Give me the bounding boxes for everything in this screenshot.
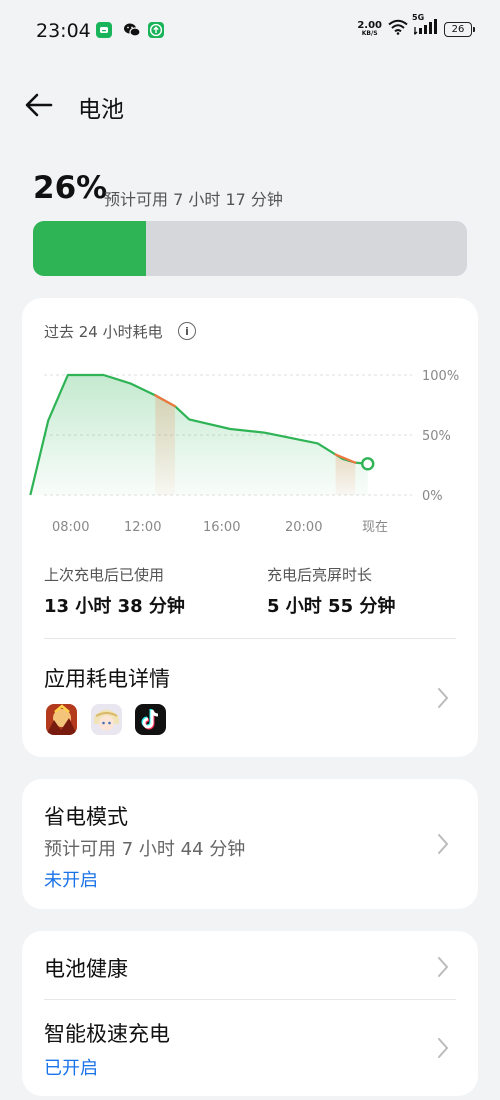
y-tick-label: 50% <box>422 429 451 444</box>
chart-area <box>30 375 368 495</box>
chevron-right-icon <box>436 1036 450 1060</box>
current-level-point <box>361 457 375 471</box>
cellular-signal-icon: 5G <box>412 13 438 39</box>
x-tick-label: 16:00 <box>203 520 240 535</box>
x-tick-label: 08:00 <box>52 520 89 535</box>
battery-level-fill <box>33 221 146 276</box>
smart-fast-charging-status: 已开启 <box>44 1058 98 1079</box>
y-tick-label: 100% <box>422 369 459 384</box>
chat-bubble-icon <box>96 22 112 38</box>
x-tick-label: 12:00 <box>124 520 161 535</box>
chevron-right-icon <box>436 832 450 856</box>
usage-card: 过去 24 小时耗电 i 100% 50% 0% 08:00 12:00 16:00 20:… <box>22 298 478 757</box>
power-saver-card[interactable]: 省电模式 预计可用 7 小时 44 分钟 未开启 <box>22 779 478 909</box>
stat-label-used-since-charge: 上次充电后已使用 <box>44 566 165 584</box>
status-bar: 23:04 2.00 KB/S 5G 26 <box>0 0 500 60</box>
battery-health-card: 电池健康 智能极速充电 已开启 <box>22 931 478 1096</box>
upload-icon <box>148 22 164 38</box>
stat-value-used-since-charge: 13 小时 38 分钟 <box>44 596 185 617</box>
stat-label-screen-on-time: 充电后亮屏时长 <box>267 566 373 584</box>
power-saver-estimate: 预计可用 7 小时 44 分钟 <box>44 839 246 860</box>
app-usage-details-title: 应用耗电详情 <box>44 667 170 691</box>
battery-estimate: 预计可用 7 小时 17 分钟 <box>104 190 283 209</box>
chevron-right-icon <box>436 955 450 979</box>
x-tick-label: 现在 <box>362 520 388 535</box>
chevron-right-icon <box>436 686 450 710</box>
app-usage-details-row[interactable]: 应用耗电详情 <box>22 639 478 757</box>
arrow-left-icon[interactable] <box>24 92 54 118</box>
network-type-label: 5G <box>412 13 425 22</box>
battery-health-row[interactable]: 电池健康 <box>22 931 478 999</box>
smart-fast-charging-title: 智能极速充电 <box>44 1022 170 1046</box>
wechat-icon <box>123 22 141 38</box>
clock: 23:04 <box>36 20 91 42</box>
smart-fast-charging-row[interactable]: 智能极速充电 已开启 <box>22 1000 478 1096</box>
genshin-impact-app-icon <box>91 704 122 735</box>
battery-status-icon: 26 <box>444 21 475 37</box>
x-tick-label: 20:00 <box>285 520 322 535</box>
honor-of-kings-app-icon <box>46 704 77 735</box>
battery-health-title: 电池健康 <box>44 957 128 981</box>
app-header: 电池 <box>0 84 500 128</box>
stat-value-screen-on-time: 5 小时 55 分钟 <box>267 596 396 617</box>
power-saver-title: 省电模式 <box>44 805 128 829</box>
tiktok-app-icon <box>135 704 166 735</box>
battery-percent: 26% <box>33 170 108 206</box>
wifi-icon <box>388 19 408 39</box>
page-title: 电池 <box>78 97 124 123</box>
battery-usage-chart: 100% 50% 0% 08:00 12:00 16:00 20:00 现在 <box>29 369 459 535</box>
network-speed: 2.00 KB/S <box>357 20 382 37</box>
y-tick-label: 0% <box>422 489 443 504</box>
power-saver-status: 未开启 <box>44 870 98 891</box>
discharge-highlight-area <box>155 395 175 495</box>
battery-level-bar <box>33 221 467 276</box>
